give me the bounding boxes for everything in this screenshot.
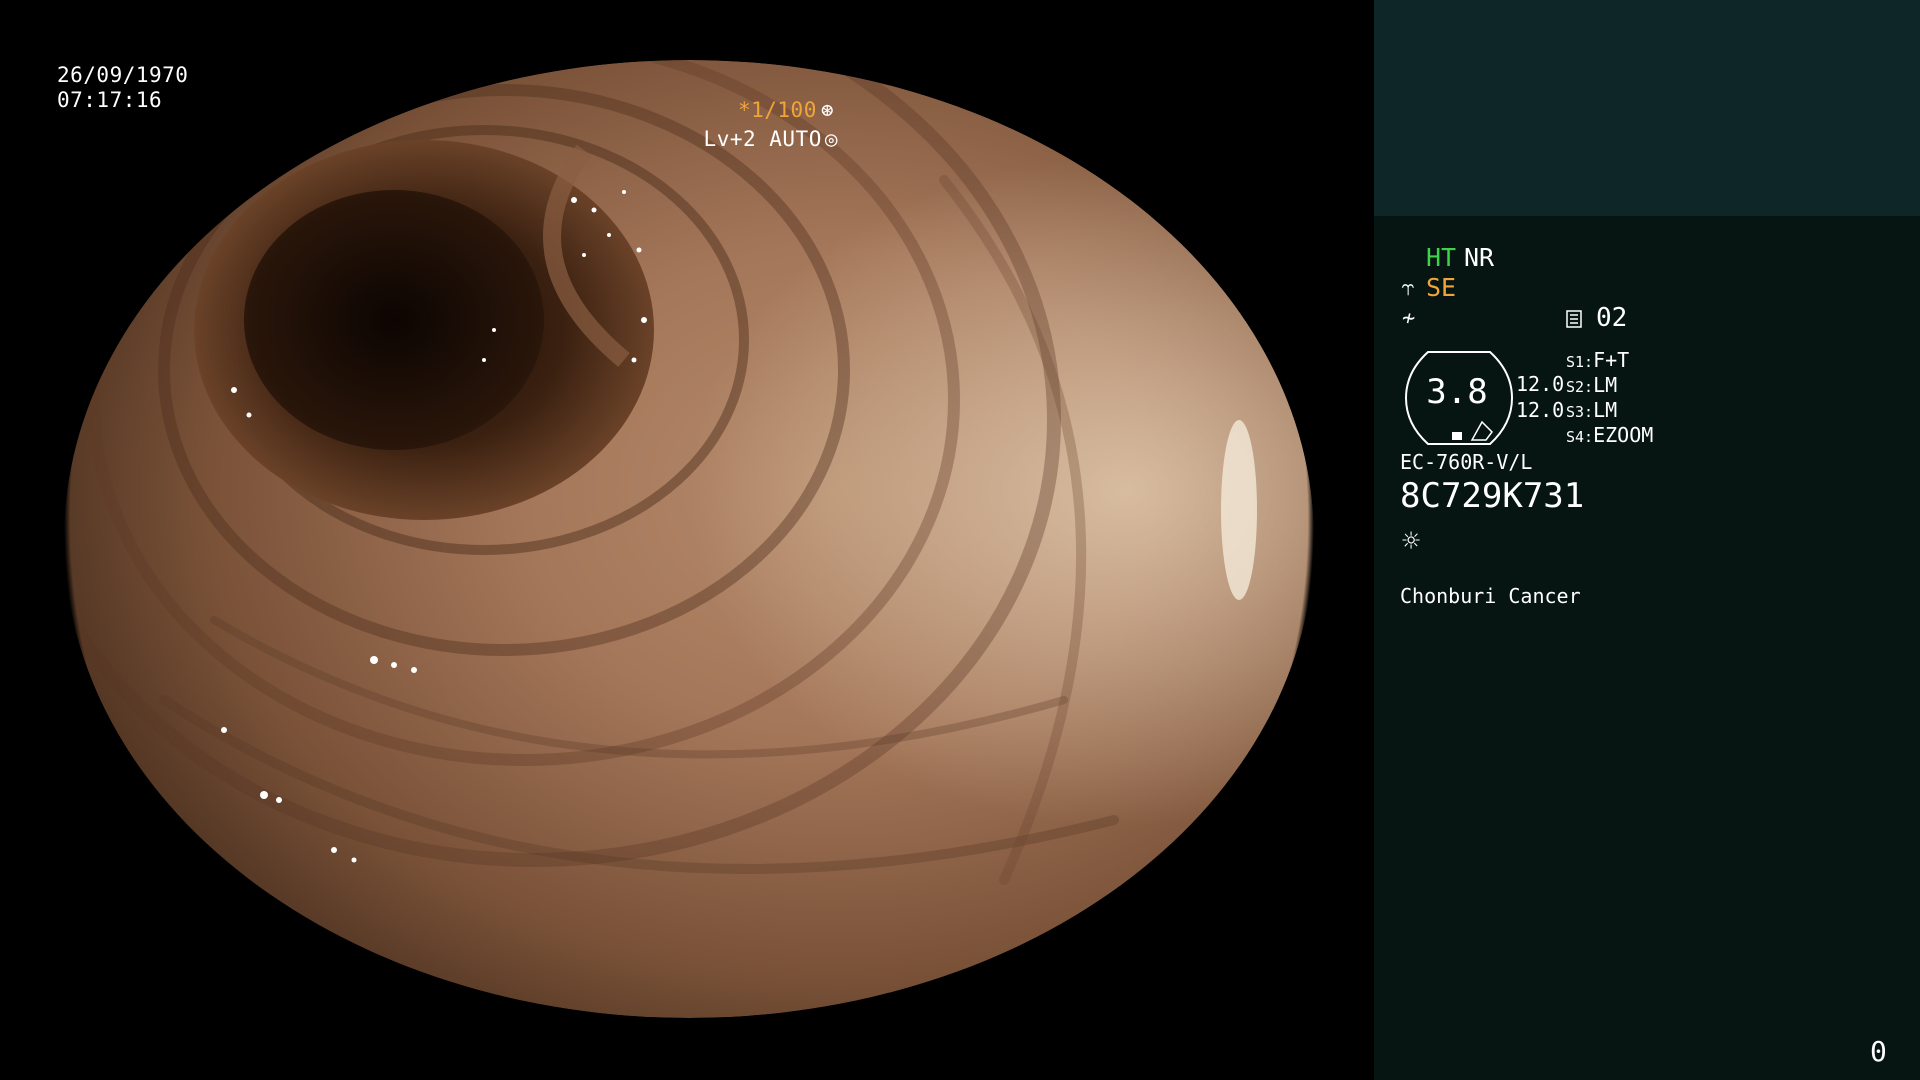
status-panel: HT NR ⥾ SE ≁ 02 3.8 12.0 12.0 S1:F+T S2:… bbox=[1374, 0, 1920, 1080]
switch-key: S3: bbox=[1566, 403, 1594, 421]
switch-value: LM bbox=[1593, 373, 1618, 397]
memory-value: 02 bbox=[1596, 303, 1628, 333]
shutter-icon: ⊛ bbox=[820, 98, 834, 122]
iris-icon: ◎ bbox=[824, 127, 838, 151]
zoom-setting-2: 12.0 bbox=[1516, 398, 1565, 422]
brightness-level-value: Lv+2 AUTO bbox=[703, 127, 822, 151]
scope-model: EC-760R-V/L bbox=[1400, 450, 1533, 474]
ht-indicator: HT bbox=[1426, 243, 1457, 272]
zoom-value: 3.8 bbox=[1426, 372, 1488, 412]
switch-value: LM bbox=[1593, 398, 1618, 422]
switch-row-s4: S4:EZOOM bbox=[1566, 423, 1653, 447]
filter-icon: ≁ bbox=[1402, 306, 1416, 331]
se-indicator: SE bbox=[1426, 273, 1457, 302]
switch-key: S1: bbox=[1566, 353, 1594, 371]
shutter-speed-value: *1/100 bbox=[737, 98, 817, 122]
switch-value: F+T bbox=[1593, 348, 1630, 372]
time-display: 07:17:16 bbox=[57, 88, 163, 112]
colon-lumen-image bbox=[64, 60, 1314, 1018]
nr-indicator: NR bbox=[1464, 243, 1495, 272]
hospital-name: Chonburi Cancer bbox=[1400, 584, 1581, 608]
switch-value: EZOOM bbox=[1593, 423, 1654, 447]
brightness-level-display: Lv+2 AUTO ◎ bbox=[704, 127, 838, 152]
endoscope-view: 26/09/1970 07:17:16 *1/100 ⊛ Lv+2 AUTO ◎ bbox=[0, 0, 1374, 1080]
memory-icon bbox=[1566, 310, 1582, 328]
endoscope-image bbox=[64, 60, 1314, 1018]
zoom-tip-icon bbox=[1470, 420, 1493, 441]
scope-serial-number: 8C729K731 bbox=[1400, 476, 1585, 516]
switch-key: S2: bbox=[1566, 378, 1594, 396]
switch-row-s3: S3:LM bbox=[1566, 398, 1617, 422]
frame-counter: 0 bbox=[1870, 1035, 1887, 1068]
patient-info-box bbox=[1374, 0, 1920, 216]
switch-row-s2: S2:LM bbox=[1566, 373, 1617, 397]
probe-icon: ⥾ bbox=[1402, 276, 1415, 301]
date-display: 26/09/1970 bbox=[57, 63, 189, 87]
zoom-position-marker bbox=[1452, 432, 1462, 440]
switch-key: S4: bbox=[1566, 428, 1594, 446]
endoscopy-monitor: 26/09/1970 07:17:16 *1/100 ⊛ Lv+2 AUTO ◎ H… bbox=[0, 0, 1920, 1080]
switch-row-s1: S1:F+T bbox=[1566, 348, 1629, 372]
shutter-speed-display: *1/100 ⊛ bbox=[738, 98, 834, 123]
zoom-setting-1: 12.0 bbox=[1516, 372, 1565, 396]
light-icon: ☼ bbox=[1402, 524, 1421, 559]
